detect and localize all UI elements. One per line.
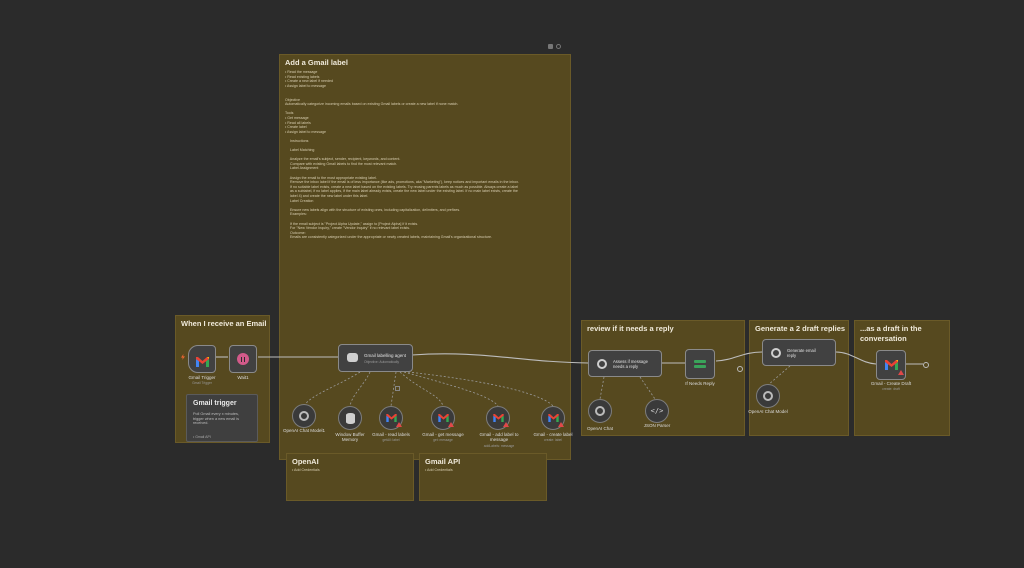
window-buffer-memory-node[interactable] — [338, 406, 362, 430]
pause-icon — [237, 353, 249, 365]
connection-agent-openai — [303, 371, 361, 407]
assess-reply-node[interactable]: Assess if message needs a reply — [588, 350, 662, 377]
warning-icon — [898, 370, 904, 375]
connection-generate-openai — [767, 365, 791, 386]
agent-label: Gmail labelling agent — [364, 353, 407, 358]
gmail-create-label-label: Gmail - create label — [533, 432, 573, 437]
gmail-labelling-agent-node[interactable]: Gmail labelling agent Objective: Automat… — [338, 344, 413, 372]
workflow-canvas[interactable]: Add a Gmail label • Read the message • R… — [0, 0, 1024, 568]
openai-icon — [595, 406, 605, 416]
openai-icon — [763, 391, 773, 401]
database-icon — [345, 412, 355, 424]
gmail-trigger-label: Gmail Trigger — [188, 375, 216, 380]
gmail-icon — [547, 414, 559, 422]
gmail-add-label-sub: addLabels: message — [483, 444, 515, 448]
warning-icon — [396, 422, 402, 427]
gmail-icon — [385, 414, 397, 422]
gmail-trigger-node[interactable] — [188, 345, 216, 373]
connection-assess-json — [639, 376, 656, 400]
json-parser-label: JSON Parser — [643, 423, 671, 428]
openai-chat-node[interactable] — [588, 399, 612, 423]
if-branch-icon — [694, 359, 706, 369]
agent-sub: Objective: Automatically — [364, 360, 399, 364]
generate-label: Generate email reply — [787, 348, 816, 358]
if-false-output-handle[interactable] — [737, 366, 743, 372]
openai-icon — [299, 411, 309, 421]
connection-agent-add-label — [403, 371, 499, 407]
tooltip-footer: • Gmail API — [193, 435, 211, 439]
link-icon — [771, 348, 781, 358]
tooltip-title: Gmail trigger — [193, 400, 237, 407]
connection-agent-memory — [349, 371, 371, 407]
warning-icon — [448, 422, 454, 427]
connection-agent-assess — [411, 353, 589, 364]
tooltip-body: Poll Gmail every x minutes, trigger when… — [193, 412, 240, 426]
gmail-add-label-label: Gmail - add label to message — [479, 432, 519, 442]
connections-layer — [215, 351, 923, 407]
generate-email-reply-node[interactable]: Generate email reply — [762, 339, 836, 366]
wait-node[interactable] — [229, 345, 257, 373]
json-parser-node[interactable]: </> — [645, 399, 669, 423]
warning-icon — [558, 422, 564, 427]
openai-chat-label: OpenAI Chat — [586, 426, 613, 431]
connection-if-generate — [715, 351, 763, 362]
warning-icon — [503, 422, 509, 427]
gmail-read-labels-sub: getAll: label — [382, 438, 400, 442]
gmail-trigger-tooltip: Gmail trigger Poll Gmail every x minutes… — [186, 394, 258, 442]
connection-agent-create-label — [407, 371, 554, 407]
gmail-read-labels-label: Gmail - read labels — [372, 432, 410, 437]
connection-generate-draft — [835, 351, 877, 365]
openai-chat-model1-node[interactable] — [292, 404, 316, 428]
connection-agent-get-message — [399, 371, 444, 407]
agent-port-add-icon[interactable] — [395, 386, 400, 391]
create-draft-output-handle[interactable] — [923, 362, 929, 368]
gmail-create-draft-label: Gmail - Create Draft — [870, 381, 912, 386]
gmail-create-draft-sub: create: draft — [882, 387, 900, 391]
gmail-icon — [492, 414, 504, 422]
gmail-icon — [437, 414, 449, 422]
link-icon — [597, 359, 607, 369]
assess-label: Assess if message needs a reply — [613, 359, 648, 369]
gmail-create-draft-node[interactable] — [876, 350, 906, 380]
if-needs-reply-node[interactable] — [685, 349, 715, 379]
connection-assess-openai — [599, 376, 605, 400]
openai-chat-model-label: OpenAI Chat Model — [748, 409, 788, 414]
gmail-create-label-sub: create: label — [544, 438, 562, 442]
gmail-trigger-sub: Gmail Trigger — [192, 381, 212, 385]
if-needs-reply-label: If Needs Reply — [685, 381, 715, 386]
wait-label: Wait1 — [237, 375, 249, 380]
gmail-get-message-label: Gmail - get message — [422, 432, 464, 437]
gmail-get-message-sub: get: message — [433, 438, 453, 442]
robot-icon — [347, 353, 358, 362]
openai-chat-model1-label: OpenAI Chat Model1 — [282, 428, 326, 433]
code-icon: </> — [650, 407, 664, 415]
gmail-icon — [884, 360, 898, 370]
openai-chat-model-node[interactable] — [756, 384, 780, 408]
gmail-icon — [195, 354, 209, 367]
